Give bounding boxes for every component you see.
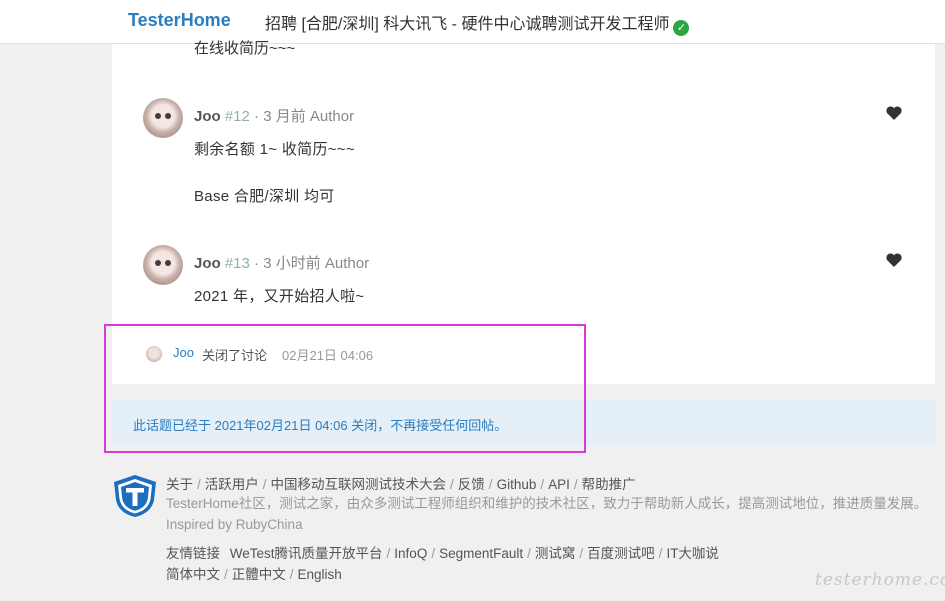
separator: / [224, 567, 228, 582]
check-circle-icon: ✓ [673, 20, 690, 36]
friend-link-itdks[interactable]: IT大咖说 [666, 546, 719, 561]
footer-link-feedback[interactable]: 反馈 [458, 477, 485, 492]
separator: / [573, 477, 578, 492]
topic-title: 招聘 [合肥/深圳] 科大讯飞 - 硬件中心诚聘测试开发工程师 ✓ [265, 10, 690, 36]
friend-link-testwo[interactable]: 测试窝 [535, 546, 576, 561]
reply-body-line: 2021 年，又开始招人啦~ [194, 288, 365, 305]
separator: / [197, 477, 201, 492]
reply-body-line: Base 合肥/深圳 均可 [194, 188, 335, 205]
avatar[interactable] [146, 346, 162, 362]
reply-meta: Joo #12 · 3 月前 Author [194, 105, 354, 126]
topic-title-text: 招聘 [合肥/深圳] 科大讯飞 - 硬件中心诚聘测试开发工程师 [265, 16, 670, 33]
friend-link-infoq[interactable]: InfoQ [394, 546, 427, 561]
replies-card: 在线收简历~~~ Joo #12 · 3 月前 Author 剩余名额 1~ 收… [112, 40, 935, 384]
heart-icon[interactable] [886, 253, 902, 267]
separator: / [527, 546, 531, 561]
language-links: 简体中文 / 正體中文 / English [166, 563, 342, 583]
separator: / [658, 546, 663, 561]
reply-user[interactable]: Joo [194, 255, 221, 272]
separator: / [540, 477, 545, 492]
separator: / [386, 546, 391, 561]
closed-notice: 此话题已经于 2021年02月21日 04:06 关闭，不再接受任何回帖。 [112, 400, 935, 445]
friend-link-segmentfault[interactable]: SegmentFault [439, 546, 523, 561]
separator: / [488, 477, 493, 492]
footer-link-about[interactable]: 关于 [166, 477, 193, 492]
footer-link-conference[interactable]: 中国移动互联网测试技术大会 [271, 477, 447, 492]
reply-user[interactable]: Joo [194, 108, 221, 125]
watermark: testerhome.com [815, 570, 945, 590]
reply-body-line: 在线收简历~~~ [194, 40, 296, 57]
footer-description: TesterHome社区，测试之家，由众多测试工程师组织和维护的技术社区，致力于… [166, 496, 928, 532]
reply-role: Author [324, 255, 370, 272]
separator: / [289, 567, 294, 582]
event-action: 关闭了讨论 [202, 348, 268, 363]
footer-link-promote[interactable]: 帮助推广 [582, 477, 636, 492]
footer-links: 关于 / 活跃用户 / 中国移动互联网测试技术大会 / 反馈 / Github / API / 帮助推广 [166, 473, 636, 493]
friend-link-wetest[interactable]: WeTest腾讯质量开放平台 [230, 546, 383, 561]
reply-role: Author [309, 108, 355, 125]
separator: / [579, 546, 584, 561]
reply-floor[interactable]: #13 [225, 255, 250, 272]
reply-floor[interactable]: #12 [225, 108, 250, 125]
separator: / [450, 477, 454, 492]
lang-english[interactable]: English [298, 567, 342, 582]
footer-link-active-users[interactable]: 活跃用户 [205, 477, 259, 492]
footer-link-github[interactable]: Github [497, 477, 537, 492]
avatar[interactable] [143, 245, 183, 285]
testerhome-shield-icon [114, 475, 156, 517]
avatar[interactable] [143, 98, 183, 138]
separator: / [431, 546, 436, 561]
reply-body-line: 剩余名额 1~ 收简历~~~ [194, 141, 355, 158]
brand-logo[interactable]: TesterHome [128, 10, 231, 31]
friend-links-label: 友情链接 [166, 546, 220, 561]
lang-simplified-chinese[interactable]: 简体中文 [166, 567, 220, 582]
reply-meta: Joo #13 · 3 小时前 Author [194, 252, 369, 273]
footer-link-api[interactable]: API [548, 477, 570, 492]
event-user[interactable]: Joo [173, 345, 194, 360]
event-time: 02月21日 04:06 [282, 348, 374, 363]
reply-time: · 3 小时前 [254, 255, 321, 272]
top-navbar: TesterHome 招聘 [合肥/深圳] 科大讯飞 - 硬件中心诚聘测试开发工… [0, 0, 945, 44]
heart-icon[interactable] [886, 106, 902, 120]
friend-link-baidu[interactable]: 百度测试吧 [587, 546, 655, 561]
lang-traditional-chinese[interactable]: 正體中文 [232, 567, 286, 582]
separator: / [262, 477, 267, 492]
reply-time: · 3 月前 [254, 108, 306, 125]
closed-notice-text: 此话题已经于 2021年02月21日 04:06 关闭，不再接受任何回帖。 [133, 418, 508, 433]
friend-links: 友情链接 WeTest腾讯质量开放平台 / InfoQ / SegmentFault / 测… [166, 542, 719, 562]
